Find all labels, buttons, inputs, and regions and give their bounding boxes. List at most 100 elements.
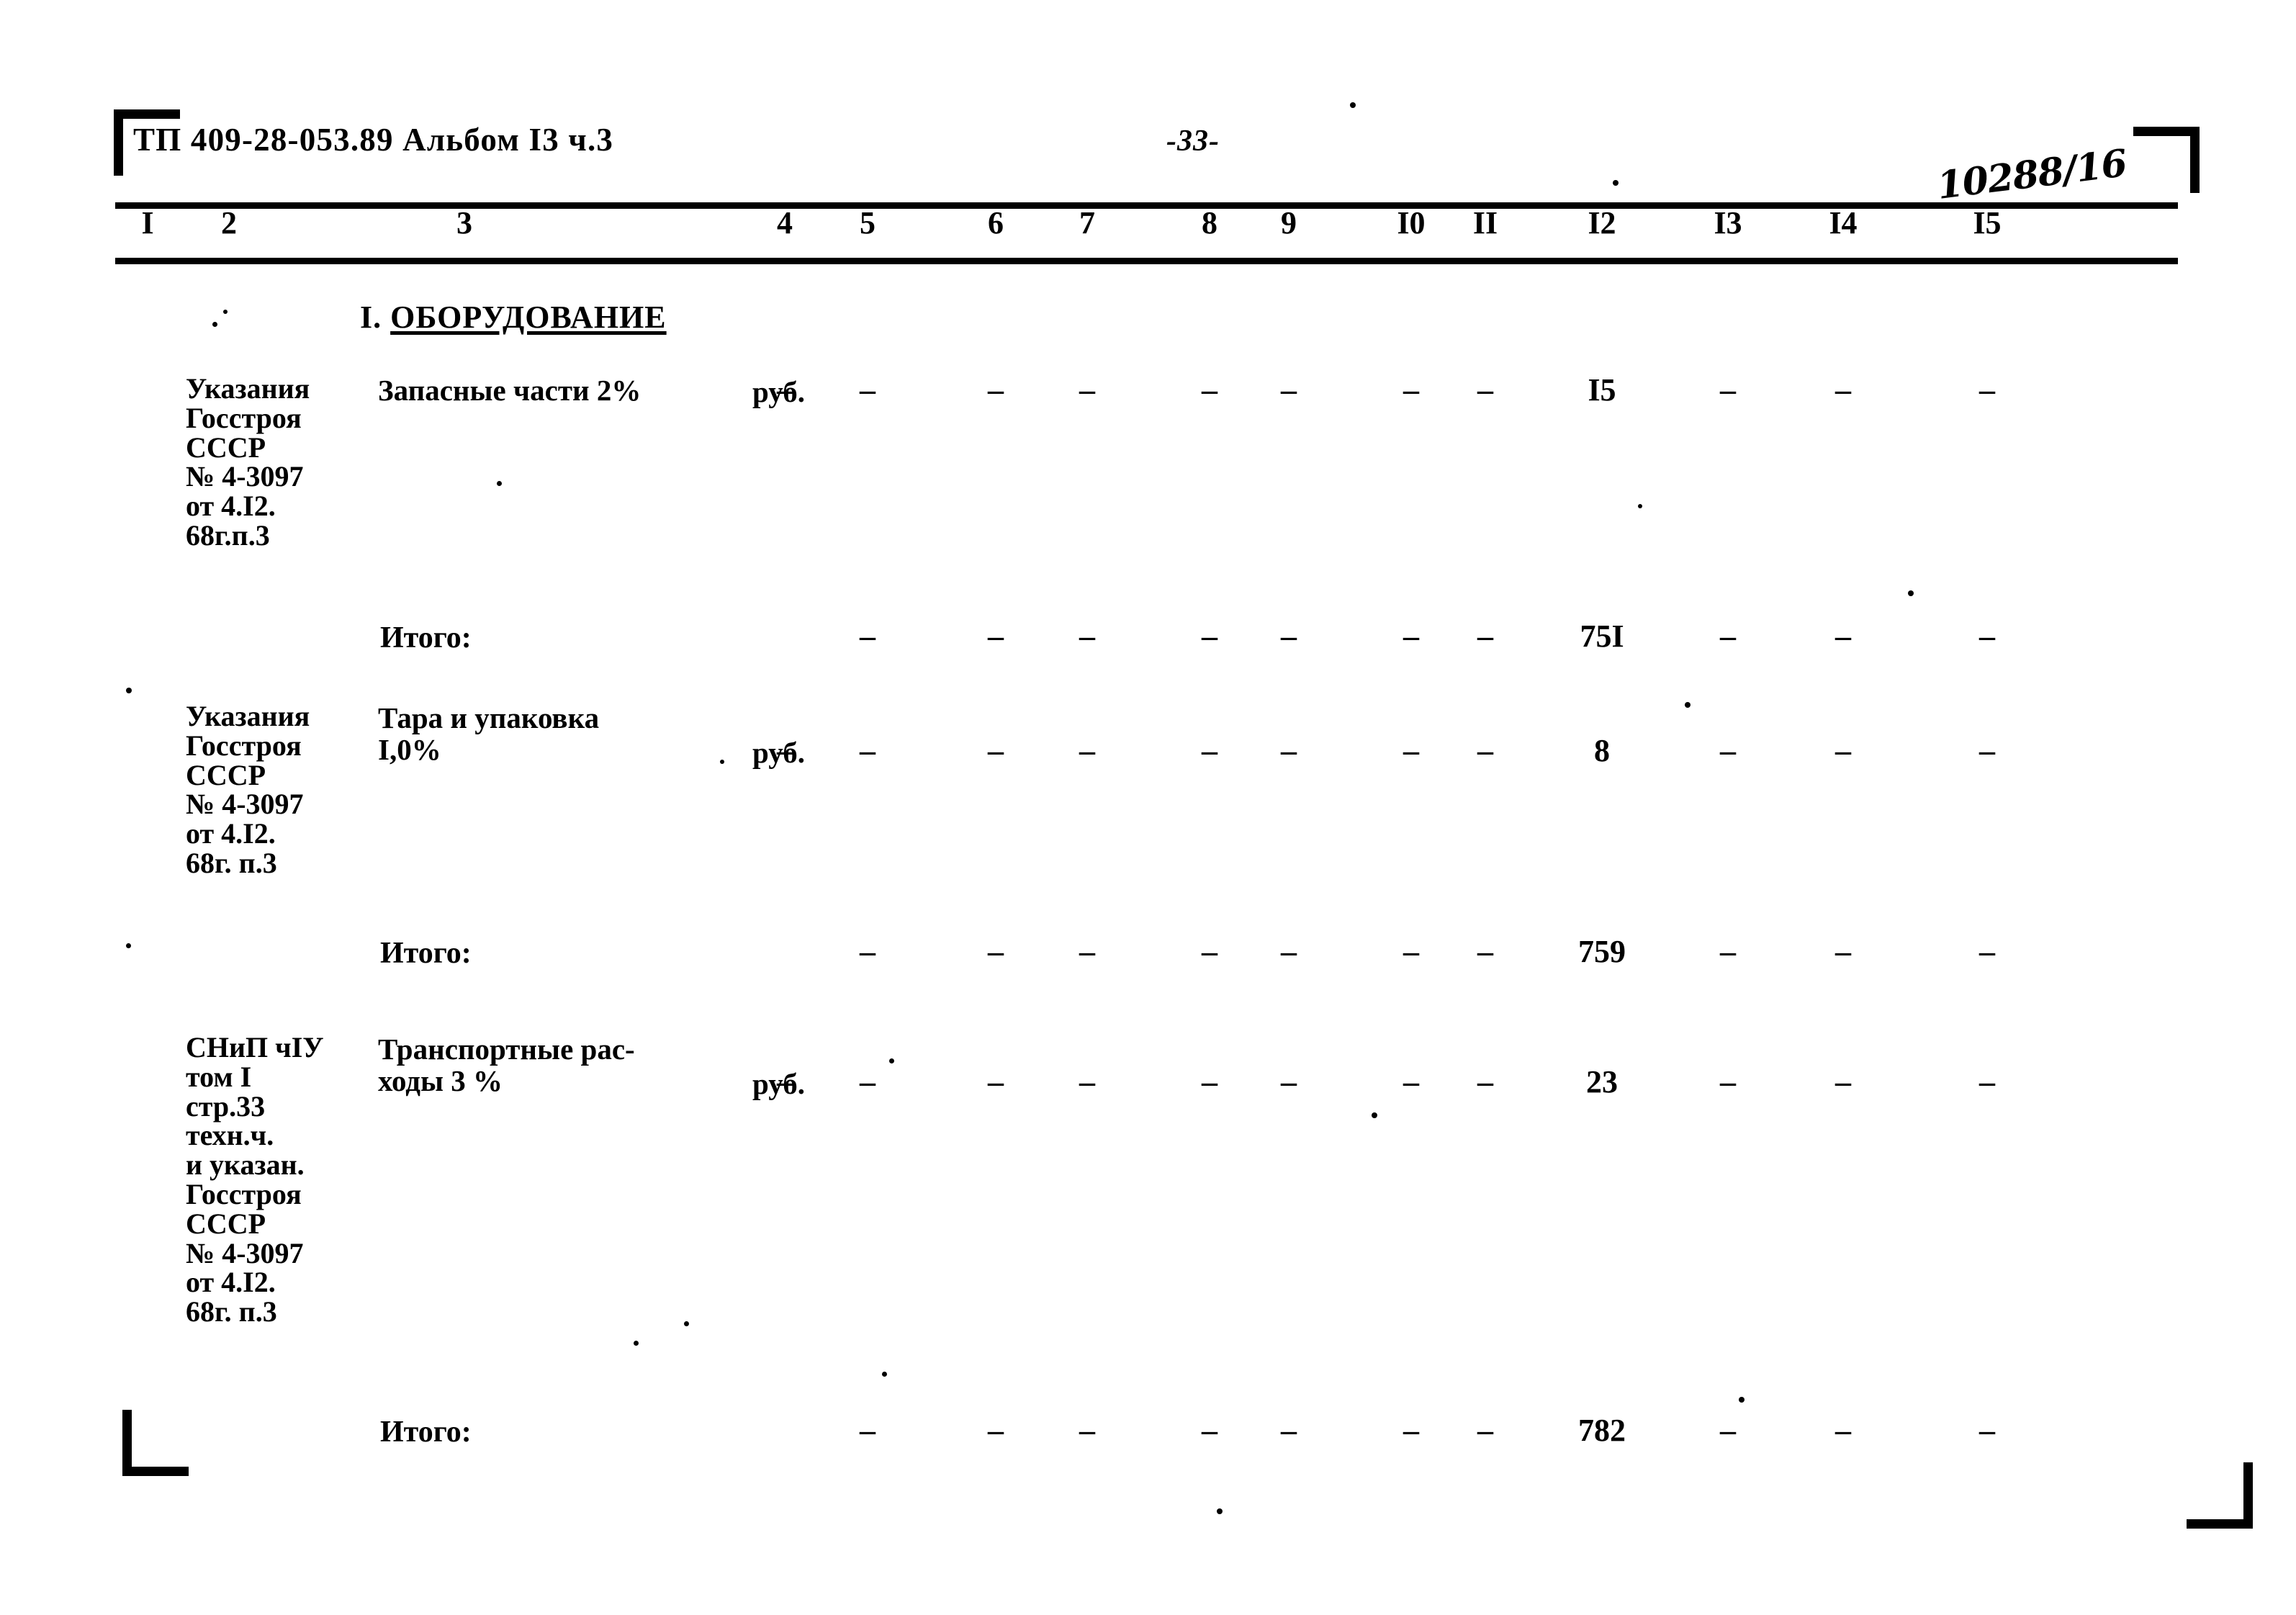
registration-mark-bottom-left [122, 1410, 189, 1476]
scan-speck [634, 1341, 639, 1346]
section-heading-title: ОБОРУДОВАНИЕ [390, 300, 667, 335]
cell-value-col-I2: 75I [1580, 618, 1624, 654]
cell-dash-col-4: – [777, 733, 793, 768]
column-number-2: 2 [221, 205, 237, 240]
cell-dash-col-I5: – [1979, 1413, 1995, 1448]
page-number: -33- [1166, 125, 1220, 158]
cell-dash-col-I0: – [1403, 1064, 1419, 1099]
cell-dash-col-7: – [1079, 618, 1095, 654]
scan-speck [1613, 180, 1619, 186]
section-heading: I. ОБОРУДОВАНИЕ [360, 299, 667, 336]
row-total-label: Итого: [380, 937, 472, 970]
cell-dash-col-5: – [860, 1064, 875, 1099]
cell-dash-col-8: – [1202, 1413, 1217, 1448]
scan-speck [1350, 102, 1356, 108]
cell-dash-col-8: – [1202, 618, 1217, 654]
scan-speck [223, 310, 228, 314]
row-total-label: Итого: [380, 1416, 472, 1449]
cell-dash-col-I4: – [1835, 618, 1851, 654]
scan-speck [126, 943, 131, 948]
column-number-7: 7 [1079, 205, 1095, 240]
cell-dash-col-I5: – [1979, 372, 1995, 408]
cell-dash-col-9: – [1281, 618, 1297, 654]
scan-speck [212, 322, 217, 327]
scan-speck [126, 688, 132, 693]
cell-dash-col-II: – [1477, 372, 1493, 408]
cell-value-col-I2: 8 [1594, 733, 1610, 768]
scan-speck [1908, 590, 1914, 596]
cell-value-col-I2: 782 [1578, 1413, 1626, 1448]
registration-mark-bottom-right [2187, 1462, 2253, 1529]
column-number-10: I0 [1397, 205, 1426, 240]
cell-value-col-I2: 759 [1578, 934, 1626, 969]
scanned-document-page: ТП 409-28-053.89 Альбом I3 ч.3 -33- 1028… [0, 0, 2296, 1615]
cell-dash-col-8: – [1202, 733, 1217, 768]
cell-dash-col-7: – [1079, 1064, 1095, 1099]
table-header-rule-bottom [115, 258, 2178, 264]
cell-dash-col-I3: – [1720, 372, 1736, 408]
cell-dash-col-9: – [1281, 1064, 1297, 1099]
cell-dash-col-I3: – [1720, 733, 1736, 768]
cell-dash-col-6: – [988, 1064, 1004, 1099]
cell-dash-col-9: – [1281, 372, 1297, 408]
cell-dash-col-I5: – [1979, 1064, 1995, 1099]
cell-dash-col-8: – [1202, 1064, 1217, 1099]
cell-dash-col-5: – [860, 618, 875, 654]
scan-speck [720, 760, 724, 764]
cell-dash-col-6: – [988, 372, 1004, 408]
column-number-11: II [1472, 205, 1498, 240]
row-description-cell: Транспортные рас- ходы 3 % [378, 1033, 635, 1098]
cell-dash-col-6: – [988, 934, 1004, 969]
cell-dash-col-I3: – [1720, 934, 1736, 969]
cell-dash-col-7: – [1079, 372, 1095, 408]
cell-dash-col-I0: – [1403, 934, 1419, 969]
scan-speck [1739, 1397, 1744, 1403]
cell-dash-col-I5: – [1979, 934, 1995, 969]
cell-dash-col-I4: – [1835, 1413, 1851, 1448]
cell-dash-col-I5: – [1979, 733, 1995, 768]
cell-value-col-I2: 23 [1586, 1064, 1618, 1099]
cell-dash-col-5: – [860, 1413, 875, 1448]
table-header-rule-top [115, 202, 2178, 209]
scan-speck [684, 1321, 689, 1326]
cell-dash-col-9: – [1281, 1413, 1297, 1448]
cell-dash-col-I3: – [1720, 1413, 1736, 1448]
cell-dash-col-I3: – [1720, 1064, 1736, 1099]
cell-dash-col-I4: – [1835, 372, 1851, 408]
cell-dash-col-4: – [777, 372, 793, 408]
cell-dash-col-6: – [988, 733, 1004, 768]
cell-dash-col-7: – [1079, 934, 1095, 969]
cell-dash-col-9: – [1281, 934, 1297, 969]
row-description-cell: Тара и упаковка I,0% [378, 701, 600, 767]
cell-value-col-I2: I5 [1588, 372, 1616, 408]
column-number-6: 6 [988, 205, 1004, 240]
scan-speck [882, 1372, 887, 1377]
registration-mark-top-right [2133, 127, 2200, 193]
row-reference-cell: СНиП чIУ том I стр.33 техн.ч. и указан. … [186, 1031, 324, 1328]
column-number-5: 5 [860, 205, 875, 240]
cell-dash-col-9: – [1281, 733, 1297, 768]
cell-dash-col-7: – [1079, 733, 1095, 768]
cell-dash-col-I3: – [1720, 618, 1736, 654]
cell-dash-col-II: – [1477, 1413, 1493, 1448]
row-description-cell: Запасные части 2% [378, 374, 641, 407]
scan-speck [889, 1058, 894, 1063]
scan-speck [1217, 1508, 1223, 1514]
cell-dash-col-II: – [1477, 1064, 1493, 1099]
cell-dash-col-8: – [1202, 934, 1217, 969]
scan-speck [497, 481, 502, 486]
cell-dash-col-I0: – [1403, 1413, 1419, 1448]
scan-speck [1372, 1112, 1377, 1118]
cell-dash-col-I4: – [1835, 934, 1851, 969]
cell-dash-col-7: – [1079, 1413, 1095, 1448]
cell-dash-col-II: – [1477, 934, 1493, 969]
cell-dash-col-5: – [860, 934, 875, 969]
scan-speck [1685, 702, 1691, 708]
cell-dash-col-I0: – [1403, 372, 1419, 408]
column-number-1: I [141, 205, 154, 240]
column-number-4: 4 [777, 205, 793, 240]
handwritten-note: 10288/16 [1935, 141, 2129, 208]
cell-dash-col-5: – [860, 372, 875, 408]
column-number-14: I4 [1829, 205, 1858, 240]
cell-dash-col-I0: – [1403, 618, 1419, 654]
